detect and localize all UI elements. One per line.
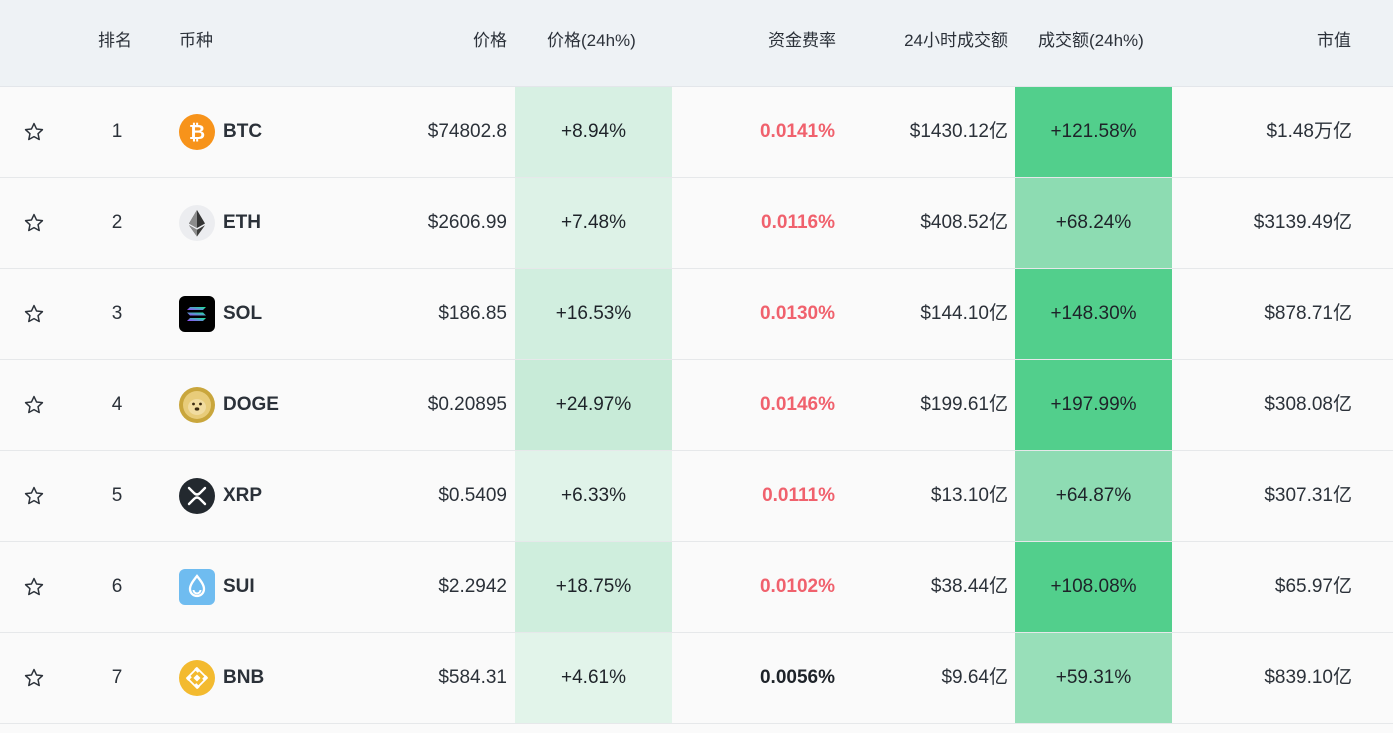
header-volume-24h[interactable]: 24小时成交额 <box>904 0 1008 86</box>
star-icon[interactable] <box>23 121 45 143</box>
star-icon[interactable] <box>23 303 45 325</box>
table-row[interactable]: 7 BNB $584.31 +4.61% 0.0056% $9.64亿 +59.… <box>0 633 1393 724</box>
btc-icon: ₿ <box>179 114 215 150</box>
market-cap: $307.31亿 <box>1264 485 1352 506</box>
price-change: +6.33% <box>515 451 672 541</box>
star-icon[interactable] <box>23 667 45 689</box>
funding-rate: 0.0141% <box>759 121 835 142</box>
coin-symbol[interactable]: BTC <box>223 87 262 177</box>
volume-change: +148.30% <box>1015 269 1172 359</box>
volume-change: +108.08% <box>1015 542 1172 632</box>
table-row[interactable]: 4 DOGE $0.20895 +24.97% 0.0146% $199.61亿… <box>0 360 1393 451</box>
volume-change: +59.31% <box>1015 633 1172 723</box>
market-cap: $65.97亿 <box>1274 576 1352 597</box>
volume-change: +121.58% <box>1015 87 1172 177</box>
price-change: +18.75% <box>515 542 672 632</box>
market-cap: $839.10亿 <box>1264 667 1352 688</box>
volume-24h: $38.44亿 <box>930 576 1008 597</box>
price-change: +4.61% <box>515 633 672 723</box>
table-row[interactable]: 2 ETH $2606.99 +7.48% 0.0116% $408.52亿 +… <box>0 178 1393 269</box>
doge-icon <box>179 387 215 423</box>
table-row[interactable]: 6 SUI $2.2942 +18.75% 0.0102% $38.44亿 +1… <box>0 542 1393 633</box>
price-change: +24.97% <box>515 360 672 450</box>
coin-symbol[interactable]: SUI <box>223 542 255 632</box>
volume-24h: $408.52亿 <box>920 212 1008 233</box>
funding-rate: 0.0116% <box>761 212 835 233</box>
rank: 6 <box>111 576 123 597</box>
header-coin[interactable]: 币种 <box>179 0 213 86</box>
rank: 2 <box>111 212 123 233</box>
header-market-cap[interactable]: 市值 <box>1317 0 1351 86</box>
funding-rate: 0.0102% <box>759 576 835 597</box>
price-change: +8.94% <box>515 87 672 177</box>
header-funding-rate[interactable]: 资金费率 <box>768 0 836 86</box>
star-icon[interactable] <box>23 576 45 598</box>
market-cap: $878.71亿 <box>1264 303 1352 324</box>
rank: 5 <box>111 485 123 506</box>
header-volume-change[interactable]: 成交额(24h%) <box>1038 0 1144 86</box>
coin-symbol[interactable]: XRP <box>223 451 262 541</box>
price: $74802.8 <box>427 121 507 142</box>
price-change: +7.48% <box>515 178 672 268</box>
coin-symbol[interactable]: ETH <box>223 178 261 268</box>
coin-symbol[interactable]: BNB <box>223 633 264 723</box>
bnb-icon <box>179 660 215 696</box>
volume-24h: $144.10亿 <box>920 303 1008 324</box>
funding-rate: 0.0056% <box>759 667 835 688</box>
volume-change: +64.87% <box>1015 451 1172 541</box>
volume-24h: $1430.12亿 <box>909 121 1008 142</box>
table-row[interactable]: 3 SOL $186.85 +16.53% 0.0130% $144.10亿 +… <box>0 269 1393 360</box>
price-change: +16.53% <box>515 269 672 359</box>
sui-icon <box>179 569 215 605</box>
market-cap: $308.08亿 <box>1264 394 1352 415</box>
star-icon[interactable] <box>23 485 45 507</box>
funding-rate: 0.0146% <box>759 394 835 415</box>
price: $2606.99 <box>427 212 507 233</box>
rank: 7 <box>111 667 123 688</box>
header-price-change[interactable]: 价格(24h%) <box>547 0 636 86</box>
price: $0.5409 <box>438 485 507 506</box>
volume-change: +68.24% <box>1015 178 1172 268</box>
market-cap: $3139.49亿 <box>1253 212 1352 233</box>
volume-24h: $9.64亿 <box>941 667 1008 688</box>
table-header: 排名 币种 价格 价格(24h%) 资金费率 24小时成交额 成交额(24h%)… <box>0 0 1393 87</box>
funding-rate: 0.0111% <box>762 485 835 506</box>
volume-24h: $13.10亿 <box>930 485 1008 506</box>
rank: 4 <box>111 394 123 415</box>
svg-text:₿: ₿ <box>189 122 205 144</box>
sol-icon <box>179 296 215 332</box>
volume-24h: $199.61亿 <box>920 394 1008 415</box>
market-table: 排名 币种 价格 价格(24h%) 资金费率 24小时成交额 成交额(24h%)… <box>0 0 1393 733</box>
funding-rate: 0.0130% <box>759 303 835 324</box>
eth-icon <box>179 205 215 241</box>
volume-change: +197.99% <box>1015 360 1172 450</box>
coin-symbol[interactable]: SOL <box>223 269 262 359</box>
star-icon[interactable] <box>23 212 45 234</box>
rank: 3 <box>111 303 123 324</box>
price: $186.85 <box>438 303 507 324</box>
market-cap: $1.48万亿 <box>1266 121 1352 142</box>
header-rank[interactable]: 排名 <box>98 0 132 86</box>
table-row[interactable]: 1 ₿ BTC $74802.8 +8.94% 0.0141% $1430.12… <box>0 87 1393 178</box>
price: $0.20895 <box>427 394 507 415</box>
xrp-icon <box>179 478 215 514</box>
star-icon[interactable] <box>23 394 45 416</box>
price: $584.31 <box>438 667 507 688</box>
header-price[interactable]: 价格 <box>473 0 507 86</box>
coin-symbol[interactable]: DOGE <box>223 360 279 450</box>
table-row[interactable]: 5 XRP $0.5409 +6.33% 0.0111% $13.10亿 +64… <box>0 451 1393 542</box>
rank: 1 <box>111 121 123 142</box>
price: $2.2942 <box>438 576 507 597</box>
